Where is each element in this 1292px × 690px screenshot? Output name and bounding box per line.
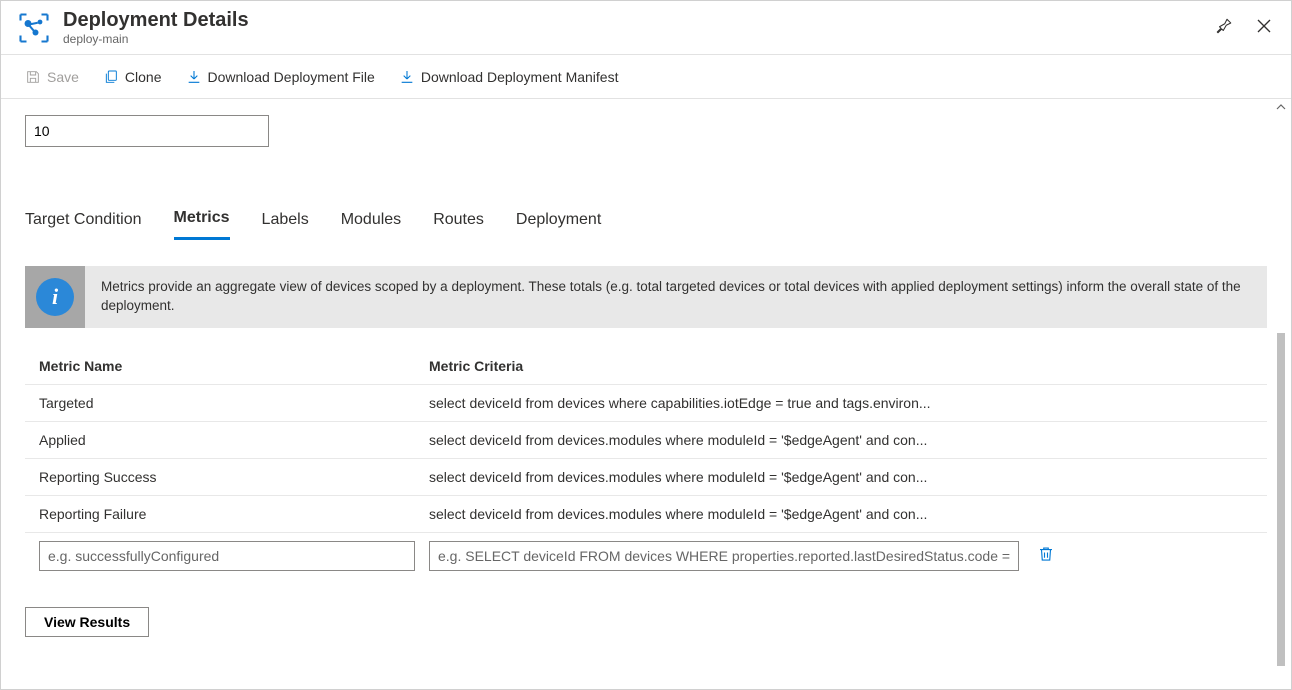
delete-metric-button[interactable]	[1033, 541, 1059, 570]
info-icon: i	[36, 278, 74, 316]
pin-button[interactable]	[1211, 13, 1237, 39]
table-row: Reporting Failure select deviceId from d…	[25, 496, 1267, 533]
priority-input[interactable]	[25, 115, 269, 147]
header-metric-name: Metric Name	[39, 358, 429, 374]
header-bar: Deployment Details deploy-main	[1, 1, 1291, 55]
table-input-row	[25, 533, 1267, 571]
tab-metrics[interactable]: Metrics	[174, 203, 230, 240]
clone-button[interactable]: Clone	[103, 69, 162, 85]
metric-name-input[interactable]	[39, 541, 415, 571]
download-icon	[399, 69, 415, 85]
close-button[interactable]	[1251, 13, 1277, 39]
toolbar: Save Clone Download Deployment File Down…	[1, 55, 1291, 99]
info-icon-box: i	[25, 266, 85, 328]
scroll-thumb[interactable]	[1277, 333, 1285, 666]
download-deployment-file-button[interactable]: Download Deployment File	[186, 69, 375, 85]
scroll-up-arrow[interactable]	[1276, 99, 1286, 115]
vertical-scrollbar[interactable]	[1273, 99, 1289, 689]
tab-modules[interactable]: Modules	[341, 203, 401, 240]
table-row: Reporting Success select deviceId from d…	[25, 459, 1267, 496]
metric-criteria-input[interactable]	[429, 541, 1019, 571]
info-banner-text: Metrics provide an aggregate view of dev…	[85, 266, 1267, 328]
table-row: Targeted select deviceId from devices wh…	[25, 385, 1267, 422]
header-metric-criteria: Metric Criteria	[429, 358, 1253, 374]
metrics-table: Metric Name Metric Criteria Targeted sel…	[25, 348, 1267, 571]
deployment-icon	[15, 9, 53, 47]
download-deployment-manifest-button[interactable]: Download Deployment Manifest	[399, 69, 619, 85]
scroll-track[interactable]	[1277, 115, 1285, 689]
tab-target-condition[interactable]: Target Condition	[25, 203, 142, 240]
trash-icon	[1037, 545, 1055, 563]
table-row: Applied select deviceId from devices.mod…	[25, 422, 1267, 459]
tab-deployment[interactable]: Deployment	[516, 203, 601, 240]
save-button: Save	[25, 69, 79, 85]
page-subtitle: deploy-main	[63, 32, 249, 46]
tabs: Target Condition Metrics Labels Modules …	[25, 203, 1267, 240]
download-icon	[186, 69, 202, 85]
page-title: Deployment Details	[63, 8, 249, 32]
content-area: Target Condition Metrics Labels Modules …	[1, 99, 1291, 689]
info-banner: i Metrics provide an aggregate view of d…	[25, 266, 1267, 328]
save-icon	[25, 69, 41, 85]
tab-routes[interactable]: Routes	[433, 203, 484, 240]
tab-labels[interactable]: Labels	[262, 203, 309, 240]
view-results-button[interactable]: View Results	[25, 607, 149, 637]
clone-icon	[103, 69, 119, 85]
table-header-row: Metric Name Metric Criteria	[25, 348, 1267, 385]
